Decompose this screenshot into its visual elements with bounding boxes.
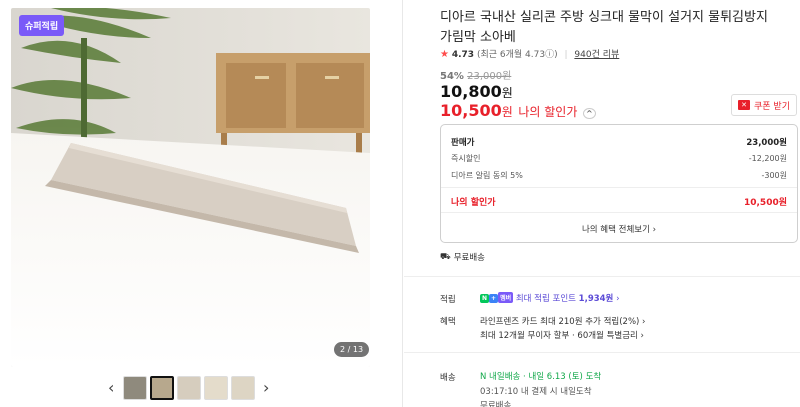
benefit-label: 혜택 bbox=[440, 317, 456, 327]
points-label: 적립 bbox=[440, 295, 456, 305]
breakdown-final-value: 10,500원 bbox=[743, 198, 787, 208]
card-benefit-link[interactable]: 라인프렌즈 카드 최대 210원 추가 적립(2%) › bbox=[480, 315, 645, 327]
product-photo-illustration bbox=[11, 8, 370, 367]
naver-pay-icon: N bbox=[480, 294, 490, 303]
thumbnail-1[interactable] bbox=[123, 376, 147, 400]
review-count-link[interactable]: 940건 리뷰 bbox=[574, 50, 619, 60]
price-breakdown-box: 판매가 23,000원 즉시할인 -12,200원 디아르 알림 동의 5% -… bbox=[440, 124, 798, 243]
breakdown-label: 판매가 bbox=[451, 138, 475, 148]
section-divider bbox=[404, 276, 800, 277]
sale-price: 10,800원 bbox=[440, 82, 513, 101]
points-text: 최대 적립 포인트 bbox=[515, 294, 576, 304]
breakdown-divider bbox=[441, 187, 797, 188]
super-points-badge: 슈퍼적립 bbox=[19, 15, 65, 36]
info-icon[interactable]: ⓘ bbox=[545, 50, 554, 60]
rating-recent-close: ) bbox=[554, 50, 558, 60]
coupon-button[interactable]: ✕ 쿠폰 받기 bbox=[731, 94, 797, 116]
thumbnail-5[interactable] bbox=[231, 376, 255, 400]
sale-price-unit: 원 bbox=[501, 86, 513, 100]
all-benefits-link[interactable]: 나의 혜택 전체보기 › bbox=[441, 223, 797, 235]
discount-percent: 54% bbox=[440, 71, 464, 82]
delivery-free-shipping: 무료배송 bbox=[480, 401, 512, 407]
breakdown-row-instant: 즉시할인 -12,200원 bbox=[451, 153, 787, 164]
rating-row: ★ 4.73 (최근 6개월 4.73ⓘ) | 940건 리뷰 bbox=[440, 47, 619, 60]
breakdown-value: -300원 bbox=[761, 171, 787, 180]
image-counter: 2 / 13 bbox=[334, 342, 370, 357]
delivery-date: · 내일 6.13 (토) 도착 bbox=[523, 372, 602, 382]
membership-icon: 멤버 bbox=[498, 292, 514, 303]
delivery-label: 배송 bbox=[440, 373, 456, 383]
truck-icon: ⛟ bbox=[440, 251, 451, 262]
breakdown-row-final: 나의 할인가 10,500원 bbox=[451, 195, 787, 208]
original-price: 23,000원 bbox=[467, 71, 512, 82]
my-price-value: 10,500 bbox=[440, 101, 502, 120]
thumb-next-arrow-icon[interactable]: › bbox=[263, 378, 269, 398]
thumbnail-strip: ‹ › bbox=[100, 374, 290, 402]
main-product-image[interactable] bbox=[11, 8, 370, 367]
free-shipping-text: 무료배송 bbox=[453, 253, 485, 263]
thumbnail-3[interactable] bbox=[177, 376, 201, 400]
plus-icon: + bbox=[489, 294, 499, 303]
breakdown-row-alarm: 디아르 알림 동의 5% -300원 bbox=[451, 170, 787, 181]
chevron-up-icon[interactable]: ^ bbox=[582, 108, 596, 119]
breakdown-final-label: 나의 할인가 bbox=[451, 198, 496, 208]
thumbnail-2[interactable] bbox=[150, 376, 174, 400]
breakdown-divider bbox=[441, 212, 797, 213]
delivery-date-row: N 내일배송 · 내일 6.13 (토) 도착 bbox=[480, 370, 601, 382]
points-value: 1,934원 bbox=[578, 294, 614, 304]
points-chevron-icon: › bbox=[616, 294, 620, 304]
rating-score: 4.73 bbox=[451, 50, 475, 60]
coupon-icon: ✕ bbox=[738, 100, 750, 110]
column-divider bbox=[402, 0, 403, 407]
breakdown-label: 디아르 알림 동의 5% bbox=[451, 171, 523, 180]
rating-separator: | bbox=[564, 50, 568, 60]
my-price-label: 나의 할인가 bbox=[518, 105, 578, 119]
breakdown-label: 즉시할인 bbox=[451, 154, 481, 163]
product-title: 디아르 국내산 실리콘 주방 싱크대 물막이 설거지 물튀김방지 가림막 소아베 bbox=[440, 10, 768, 45]
free-shipping-row: ⛟ 무료배송 bbox=[440, 251, 485, 264]
tomorrow-delivery-badge: N 내일배송 bbox=[480, 372, 521, 382]
discount-row: 54% 23,000원 bbox=[440, 67, 511, 82]
my-discount-price[interactable]: 10,500원 나의 할인가 ^ bbox=[440, 101, 596, 120]
breakdown-value: 23,000원 bbox=[746, 138, 787, 148]
breakdown-value: -12,200원 bbox=[748, 154, 787, 163]
thumb-prev-arrow-icon[interactable]: ‹ bbox=[108, 378, 114, 398]
breakdown-row-sale: 판매가 23,000원 bbox=[451, 136, 787, 148]
thumbnail-4[interactable] bbox=[204, 376, 228, 400]
delivery-countdown: 03:17:10 내 결제 시 내일도착 bbox=[480, 387, 592, 397]
my-price-unit: 원 bbox=[501, 105, 513, 119]
coupon-label: 쿠폰 받기 bbox=[754, 101, 790, 112]
section-divider bbox=[404, 352, 800, 353]
rating-recent: (최근 6개월 4.73 bbox=[476, 50, 546, 60]
points-link[interactable]: N + 멤버 최대 적립 포인트 1,934원 › bbox=[480, 292, 620, 304]
star-icon: ★ bbox=[440, 49, 449, 60]
installment-link[interactable]: 최대 12개월 무이자 할부 · 60개월 특별금리 › bbox=[480, 329, 644, 341]
sale-price-value: 10,800 bbox=[440, 82, 502, 101]
